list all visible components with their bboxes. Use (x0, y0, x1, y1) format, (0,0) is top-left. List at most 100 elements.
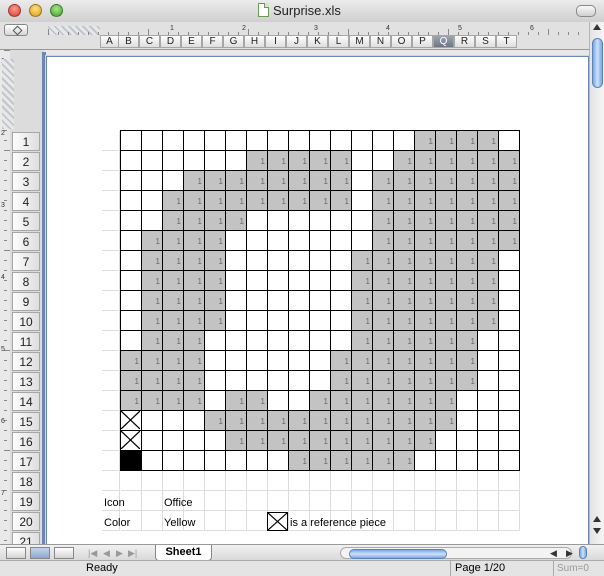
grid-cell[interactable]: 1 (394, 151, 415, 171)
grid-cell[interactable]: 1 (478, 151, 499, 171)
grid-cell[interactable] (247, 471, 268, 491)
grid-cell[interactable] (499, 431, 520, 451)
grid-cell[interactable]: 1 (268, 411, 289, 431)
grid-cell[interactable] (289, 231, 310, 251)
grid-cell[interactable] (457, 511, 478, 531)
grid-cell[interactable]: 1 (184, 251, 205, 271)
grid-cell[interactable]: 1 (184, 171, 205, 191)
vertical-scrollbar[interactable] (589, 22, 604, 544)
grid-cell[interactable]: 1 (394, 391, 415, 411)
grid-cell[interactable]: 1 (373, 191, 394, 211)
grid-cell[interactable]: 1 (331, 431, 352, 451)
grid-cell[interactable] (310, 251, 331, 271)
grid-cell[interactable] (436, 431, 457, 451)
next-sheet-icon[interactable]: ▶ (116, 548, 123, 559)
grid-cell[interactable]: 1 (415, 371, 436, 391)
grid-cell[interactable] (289, 251, 310, 271)
prev-sheet-icon[interactable]: ◀ (103, 548, 110, 559)
grid-cell[interactable]: 1 (163, 371, 184, 391)
grid-cell[interactable] (205, 471, 226, 491)
grid-cell[interactable]: 1 (373, 431, 394, 451)
grid-cell[interactable] (268, 271, 289, 291)
grid-cell[interactable] (457, 411, 478, 431)
grid-cell[interactable] (184, 411, 205, 431)
grid-cell[interactable]: 1 (499, 191, 520, 211)
grid-cell[interactable] (102, 271, 120, 291)
grid-cell[interactable]: 1 (415, 351, 436, 371)
grid-cell[interactable] (331, 211, 352, 231)
split-handle[interactable] (579, 546, 587, 559)
grid-cell[interactable]: 1 (163, 271, 184, 291)
grid-cell[interactable] (436, 511, 457, 531)
grid-cell[interactable] (205, 431, 226, 451)
grid-cell[interactable]: 1 (331, 451, 352, 471)
grid-cell[interactable]: 1 (310, 151, 331, 171)
column-header-f[interactable]: F (202, 35, 223, 48)
column-header-g[interactable]: G (223, 35, 244, 48)
row-header-19[interactable]: 19 (12, 492, 40, 511)
grid-cell[interactable] (121, 131, 142, 151)
grid-cell[interactable]: 1 (373, 351, 394, 371)
grid-cell[interactable] (163, 151, 184, 171)
grid-cell[interactable]: 1 (478, 211, 499, 231)
column-header-s[interactable]: S (475, 35, 496, 48)
grid-cell[interactable] (142, 431, 163, 451)
grid-cell[interactable] (121, 231, 142, 251)
grid-cell[interactable] (226, 491, 247, 511)
grid-cell[interactable] (352, 211, 373, 231)
grid-cell[interactable] (331, 491, 352, 511)
grid-cell[interactable] (121, 191, 142, 211)
row-header-8[interactable]: 8 (12, 272, 40, 291)
grid-cell[interactable] (163, 411, 184, 431)
grid-cell[interactable]: 1 (394, 331, 415, 351)
grid-cell[interactable] (247, 211, 268, 231)
grid-cell[interactable]: 1 (247, 191, 268, 211)
grid-cell[interactable] (247, 231, 268, 251)
grid-cell[interactable] (226, 351, 247, 371)
grid-cell[interactable]: 1 (457, 131, 478, 151)
grid-cell[interactable] (121, 331, 142, 351)
grid-cell[interactable]: 1 (436, 131, 457, 151)
grid-cell[interactable]: 1 (457, 231, 478, 251)
row-header-11[interactable]: 11 (12, 332, 40, 351)
scroll-up-bottom-icon[interactable] (593, 516, 601, 522)
column-header-a[interactable]: A (100, 35, 119, 48)
grid-cell[interactable] (226, 291, 247, 311)
grid-cell[interactable] (205, 351, 226, 371)
grid-cell[interactable] (247, 351, 268, 371)
grid-cell[interactable]: 1 (163, 191, 184, 211)
grid-cell[interactable] (121, 431, 142, 451)
grid-cell[interactable]: 1 (247, 391, 268, 411)
normal-view-button[interactable] (6, 547, 26, 559)
grid-cell[interactable] (163, 451, 184, 471)
grid-cell[interactable] (415, 511, 436, 531)
grid-cell[interactable] (289, 291, 310, 311)
grid-cell[interactable]: 1 (415, 271, 436, 291)
grid-cell[interactable]: 1 (415, 431, 436, 451)
grid-cell[interactable] (352, 171, 373, 191)
grid-cell[interactable] (102, 191, 120, 211)
grid-cell[interactable]: 1 (184, 291, 205, 311)
grid-cell[interactable] (415, 491, 436, 511)
grid-cell[interactable] (289, 471, 310, 491)
scroll-left-icon[interactable]: ◀ (550, 548, 557, 559)
grid-cell[interactable]: 1 (331, 151, 352, 171)
grid-cell[interactable]: 1 (205, 231, 226, 251)
grid-cell[interactable] (268, 251, 289, 271)
grid-cell[interactable]: 1 (142, 271, 163, 291)
grid-cell[interactable]: 1 (457, 371, 478, 391)
grid-cell[interactable] (499, 411, 520, 431)
grid-cell[interactable]: 1 (205, 411, 226, 431)
grid-cell[interactable]: 1 (142, 351, 163, 371)
column-header-i[interactable]: I (265, 35, 286, 48)
grid-cell[interactable] (121, 151, 142, 171)
grid-cell[interactable]: 1 (310, 391, 331, 411)
grid-cell[interactable] (102, 211, 120, 231)
grid-cell[interactable]: 1 (436, 291, 457, 311)
grid-cell[interactable] (457, 491, 478, 511)
grid-cell[interactable]: 1 (226, 411, 247, 431)
grid-cell[interactable]: 1 (205, 171, 226, 191)
grid-cell[interactable]: 1 (247, 411, 268, 431)
grid-cell[interactable] (184, 431, 205, 451)
grid-cell[interactable]: 1 (373, 231, 394, 251)
